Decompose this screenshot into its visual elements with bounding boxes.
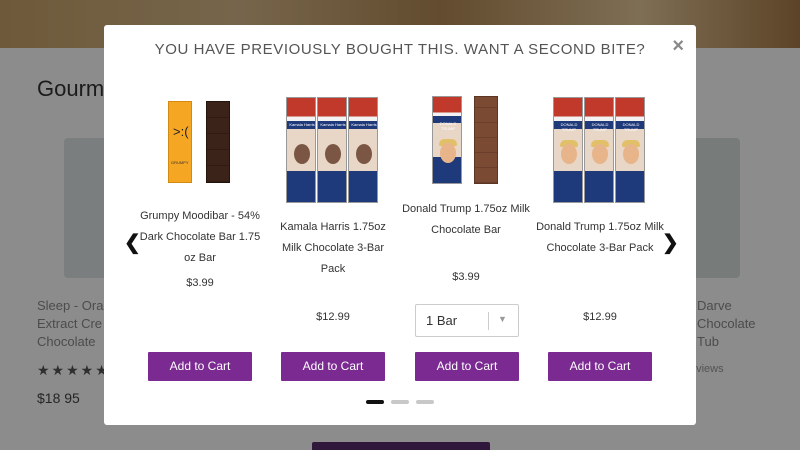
modal-title: YOU HAVE PREVIOUSLY BOUGHT THIS. WANT A … (154, 41, 646, 58)
close-icon[interactable]: × (672, 36, 684, 56)
product-price: $3.99 (452, 271, 480, 283)
chocolate-bar-image (474, 96, 498, 184)
wrapper-label: GRUMPY (171, 160, 189, 165)
bar-wrapper-image: Kamala Harris (317, 97, 347, 203)
add-to-cart-button[interactable]: Add to Cart (281, 352, 385, 381)
product-image[interactable]: >:( GRUMPY (140, 93, 260, 203)
select-divider (488, 312, 489, 330)
bar-wrapper-image: Kamala Harris (348, 97, 378, 203)
product-name[interactable]: Kamala Harris 1.75oz Milk Chocolate 3-Ba… (269, 217, 397, 280)
grumpy-face-icon: >:( (173, 124, 189, 139)
chocolate-bar-image (206, 101, 230, 183)
add-to-cart-button[interactable]: Add to Cart (548, 352, 652, 381)
product-name[interactable]: Grumpy Moodibar - 54% Dark Chocolate Bar… (136, 206, 264, 269)
product-image[interactable]: DONALD TRUMP (406, 93, 526, 203)
product-name[interactable]: Donald Trump 1.75oz Milk Chocolate 3-Bar… (536, 217, 664, 259)
product-image[interactable]: DONALD TRUMP DONALD TRUMP DONALD TRUMP (540, 93, 660, 203)
bar-wrapper-image: DONALD TRUMP (584, 97, 614, 203)
pagination-dot[interactable] (416, 400, 434, 404)
add-to-cart-button[interactable]: Add to Cart (148, 352, 252, 381)
product-price: $3.99 (186, 277, 214, 289)
bar-wrapper-image: DONALD TRUMP (615, 97, 645, 203)
carousel-pagination (366, 400, 434, 404)
product-price: $12.99 (583, 311, 617, 323)
bar-wrapper-image: Kamala Harris (286, 97, 316, 203)
carousel-next-icon[interactable]: ❯ (662, 230, 679, 255)
recommendation-modal: YOU HAVE PREVIOUSLY BOUGHT THIS. WANT A … (104, 25, 696, 425)
product-image[interactable]: Kamala Harris Kamala Harris Kamala Harri… (273, 93, 393, 203)
product-price: $12.99 (316, 311, 350, 323)
bar-wrapper-image: DONALD TRUMP (553, 97, 583, 203)
bar-wrapper-image: DONALD TRUMP (432, 96, 462, 184)
product-name[interactable]: Donald Trump 1.75oz Milk Chocolate Bar (402, 199, 530, 241)
pagination-dot[interactable] (391, 400, 409, 404)
pagination-dot[interactable] (366, 400, 384, 404)
bar-wrapper-image: >:( GRUMPY (168, 101, 192, 183)
quantity-select[interactable]: 1 Bar ▼ (415, 304, 519, 337)
quantity-select-value: 1 Bar (426, 313, 458, 328)
chevron-down-icon: ▼ (498, 314, 507, 324)
add-to-cart-button[interactable]: Add to Cart (415, 352, 519, 381)
